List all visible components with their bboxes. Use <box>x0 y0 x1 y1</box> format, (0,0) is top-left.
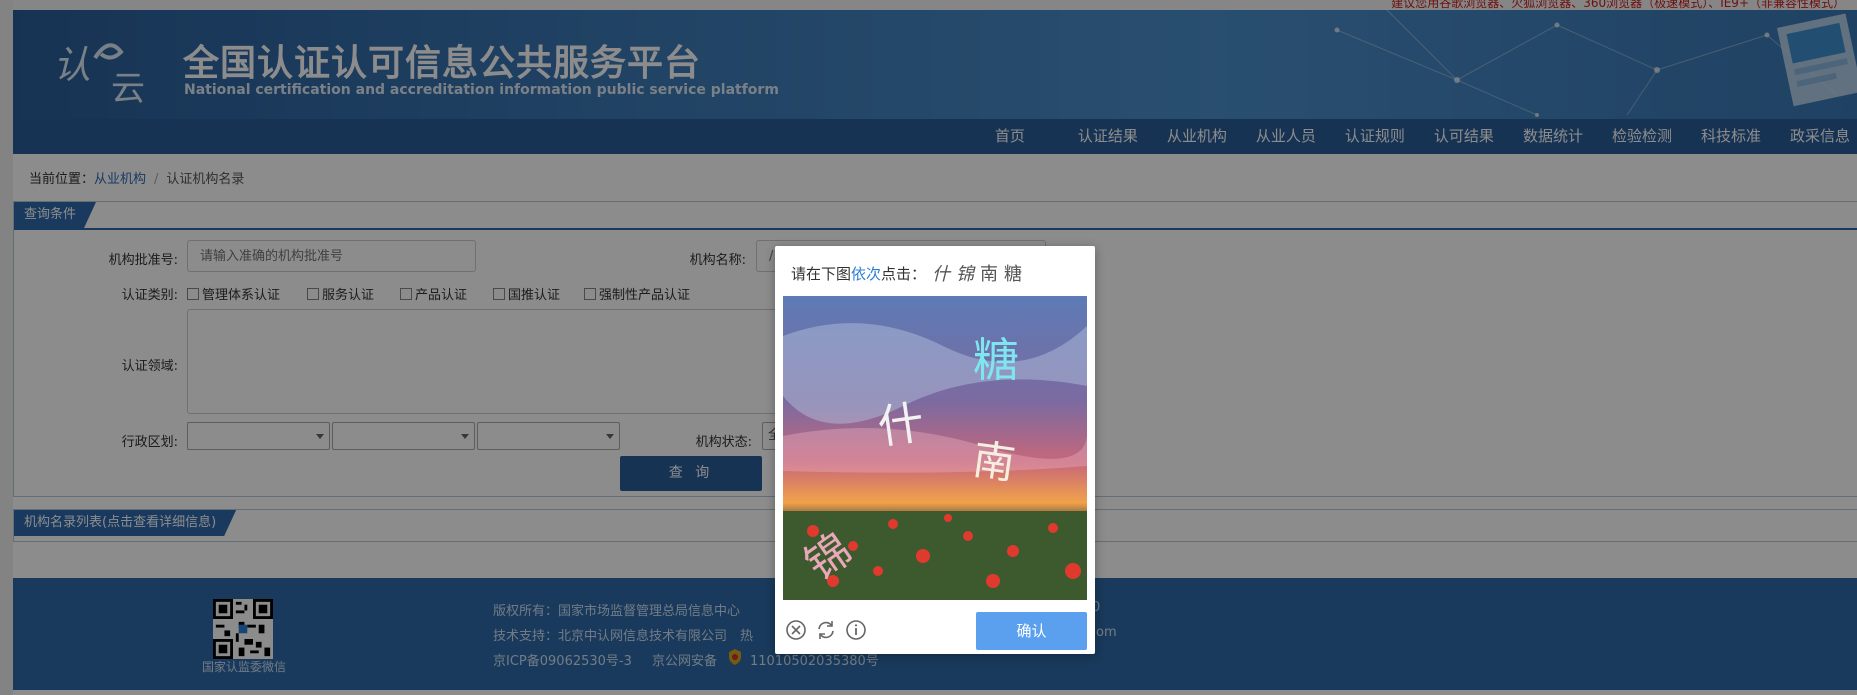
info-icon[interactable] <box>845 619 867 641</box>
captcha-footer: 确认 <box>775 606 1095 654</box>
captcha-image-char-1: 糖 <box>973 333 1019 387</box>
captcha-dialog: 请在下图 依次 点击： 什 锦 南 糖 糖 什 南 锦 确认 <box>775 246 1095 654</box>
captcha-target-chars: 什 锦 南 糖 <box>932 260 1028 286</box>
captcha-image-char-3: 南 <box>970 434 1018 488</box>
captcha-char-1: 什 <box>932 264 951 285</box>
captcha-instr-highlight: 依次 <box>851 264 882 283</box>
refresh-icon[interactable] <box>815 619 837 641</box>
captcha-instruction: 请在下图 依次 点击： 什 锦 南 糖 <box>791 260 1028 286</box>
captcha-instr-suffix: 点击： <box>881 264 927 283</box>
captcha-image[interactable]: 糖 什 南 锦 <box>783 296 1087 600</box>
captcha-instr-prefix: 请在下图 <box>791 264 852 283</box>
captcha-char-4: 糖 <box>1004 264 1023 285</box>
captcha-char-3: 南 <box>980 264 999 285</box>
captcha-image-char-2: 什 <box>874 395 927 455</box>
close-icon[interactable] <box>785 619 807 641</box>
captcha-confirm-button[interactable]: 确认 <box>976 612 1087 650</box>
captcha-char-2: 锦 <box>956 264 975 285</box>
